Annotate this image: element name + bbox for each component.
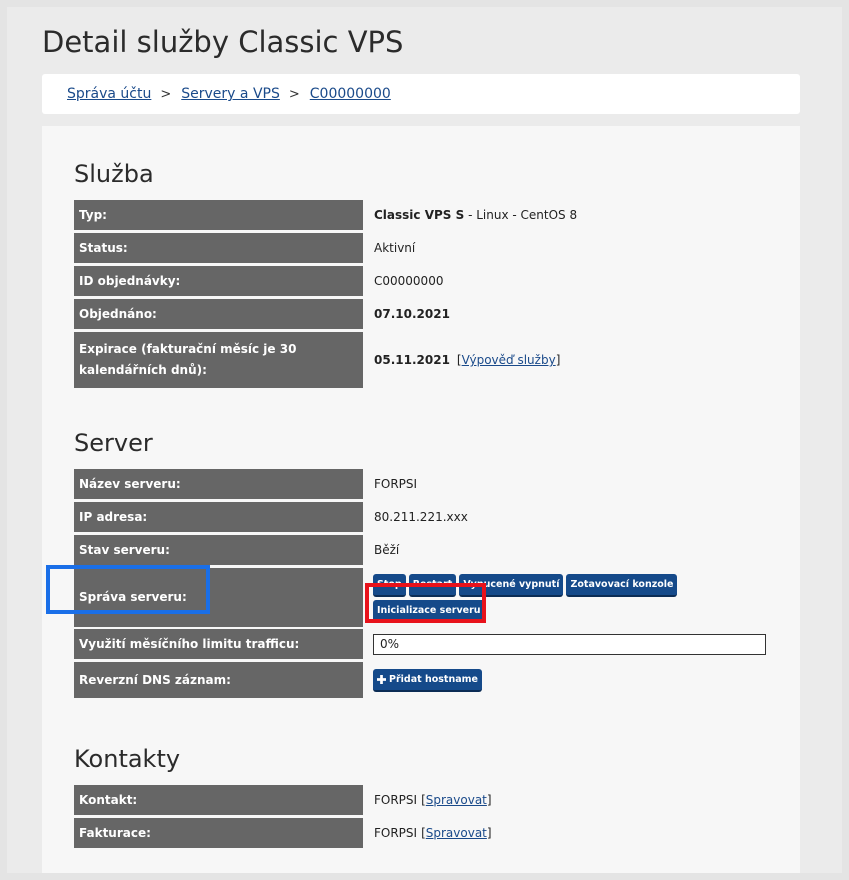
chevron-right-icon: > (160, 86, 172, 102)
label-typ: Typ: (74, 200, 363, 230)
breadcrumb: Správa účtu > Servery a VPS > C00000000 (42, 74, 800, 114)
traffic-usage-field: 0% (373, 633, 766, 655)
value-typ: Classic VPS S - Linux - CentOS 8 (363, 200, 768, 230)
label-objednano: Objednáno: (74, 299, 363, 329)
content-panel: Služba Typ: Classic VPS S - Linux - Cent… (42, 126, 800, 873)
value-nazev-serveru: FORPSI (374, 477, 418, 491)
page-title: Detail služby Classic VPS (42, 25, 404, 59)
row-kontakt: Kontakt: FORPSI [Spravovat] (74, 785, 768, 815)
section-title-server: Server (74, 429, 153, 457)
spravovat-kontakt-link[interactable]: Spravovat (426, 793, 487, 807)
section-title-sluzba: Služba (74, 160, 154, 188)
breadcrumb-item-sprava-uctu[interactable]: Správa účtu (67, 86, 151, 102)
breadcrumb-item-service-id[interactable]: C00000000 (310, 86, 391, 102)
label-stav-serveru: Stav serveru: (74, 535, 363, 565)
vypoved-sluzby-link[interactable]: Výpověď služby (462, 353, 556, 367)
value-ip-adresa: 80.211.221.xxx (374, 510, 468, 524)
row-fakturace: Fakturace: FORPSI [Spravovat] (74, 818, 768, 848)
row-typ: Typ: Classic VPS S - Linux - CentOS 8 (74, 200, 768, 230)
bracket-close: ] (555, 353, 561, 367)
pridat-hostname-button[interactable]: Přidat hostname (373, 668, 482, 692)
label-kontakt: Kontakt: (74, 785, 363, 815)
row-ip-adresa: IP adresa: 80.211.221.xxx (74, 502, 768, 532)
plus-icon (377, 674, 386, 684)
label-nazev-serveru: Název serveru: (74, 469, 363, 499)
value-fakturace-name: FORPSI (374, 826, 418, 840)
section-title-kontakty: Kontakty (74, 745, 181, 773)
value-id-objednavky: C00000000 (374, 274, 444, 288)
value-stav-serveru: Běží (374, 543, 400, 557)
breadcrumb-item-servery-vps[interactable]: Servery a VPS (181, 86, 280, 102)
spravovat-fakturace-link[interactable]: Spravovat (426, 826, 487, 840)
value-objednano-date: 07.10.2021 (374, 307, 450, 321)
row-reverzni-dns: Reverzní DNS záznam: Přidat hostname (74, 662, 768, 698)
row-objednano: Objednáno: 07.10.2021 (74, 299, 768, 329)
label-traffic: Využití měsíčního limitu trafficu: (74, 629, 363, 659)
value-traffic: 0% (363, 629, 768, 659)
row-expirace: Expirace (fakturační měsíc je 30 kalendá… (74, 332, 768, 388)
value-typ-name: Classic VPS S (374, 208, 465, 222)
value-objednano: 07.10.2021 (363, 299, 768, 329)
chevron-right-icon: > (288, 86, 300, 102)
pridat-hostname-label: Přidat hostname (389, 673, 478, 685)
value-status: Aktivní (374, 241, 416, 255)
row-id-objednavky: ID objednávky: C00000000 (74, 266, 768, 296)
label-fakturace: Fakturace: (74, 818, 363, 848)
label-status: Status: (74, 233, 363, 263)
value-expirace: 05.11.2021 [Výpověď služby] (363, 332, 768, 388)
row-nazev-serveru: Název serveru: FORPSI (74, 469, 768, 499)
row-stav-serveru: Stav serveru: Běží (74, 535, 768, 565)
label-ip-adresa: IP adresa: (74, 502, 363, 532)
value-expirace-date: 05.11.2021 (374, 353, 450, 367)
page: Detail služby Classic VPS Správa účtu > … (7, 7, 842, 873)
label-id-objednavky: ID objednávky: (74, 266, 363, 296)
bracket-close: ] (486, 826, 492, 840)
label-expirace: Expirace (fakturační měsíc je 30 kalendá… (74, 332, 363, 388)
value-fakturace: FORPSI [Spravovat] (363, 818, 768, 848)
value-reverzni-dns: Přidat hostname (363, 662, 768, 698)
bracket-close: ] (486, 793, 492, 807)
highlight-box-red (365, 583, 486, 623)
label-reverzni-dns: Reverzní DNS záznam: (74, 662, 363, 698)
row-traffic: Využití měsíčního limitu trafficu: 0% (74, 629, 768, 659)
value-typ-os: - Linux - CentOS 8 (464, 208, 578, 222)
value-kontakt-name: FORPSI (374, 793, 418, 807)
row-status: Status: Aktivní (74, 233, 768, 263)
value-kontakt: FORPSI [Spravovat] (363, 785, 768, 815)
zotavovaci-konzole-button[interactable]: Zotavovací konzole (566, 574, 678, 597)
highlight-box-blue (46, 565, 210, 614)
